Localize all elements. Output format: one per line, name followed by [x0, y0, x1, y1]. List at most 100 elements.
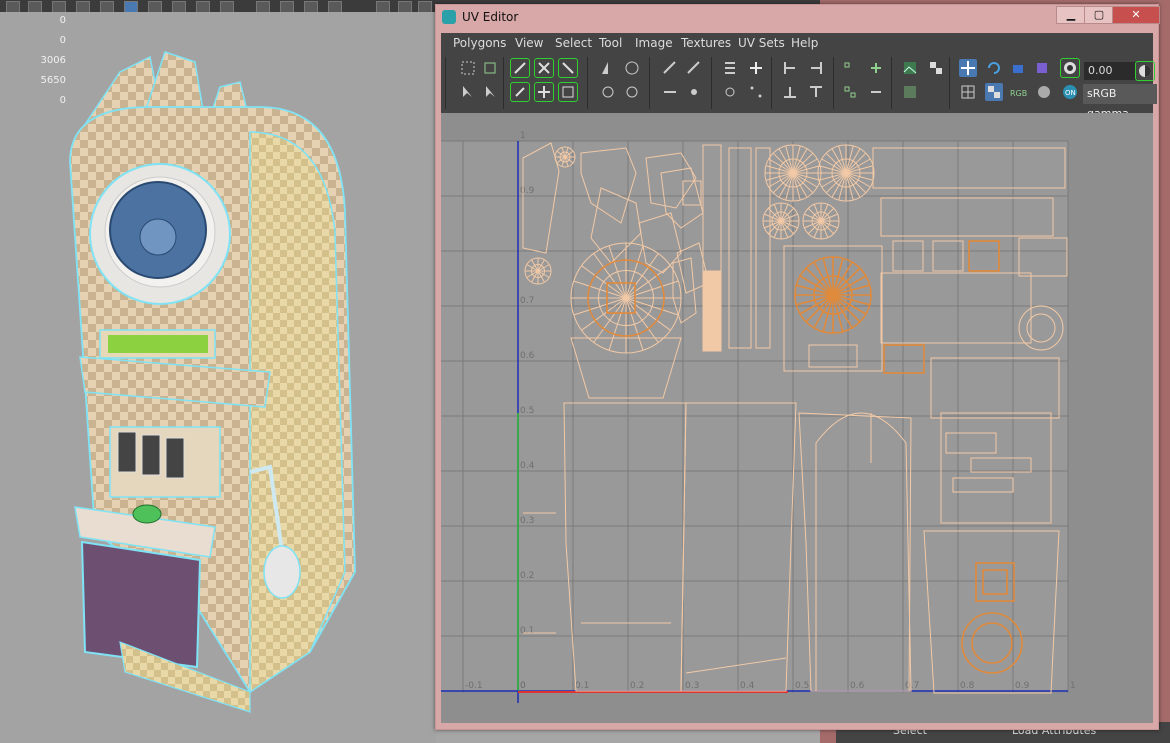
- reel-window: [117, 431, 137, 473]
- dim-image-icon[interactable]: [901, 83, 919, 101]
- menu-help[interactable]: Help: [791, 36, 818, 50]
- menu-tool[interactable]: Tool: [599, 36, 622, 50]
- toolbar-separator: [711, 57, 712, 109]
- svg-text:ON: ON: [1065, 89, 1076, 97]
- menu-image[interactable]: Image: [635, 36, 673, 50]
- flip-icon[interactable]: [599, 59, 617, 77]
- rotate-cw-icon[interactable]: [623, 83, 641, 101]
- align-icon[interactable]: [661, 83, 679, 101]
- lever-knob: [263, 545, 301, 599]
- v-tick-label: 0.9: [520, 186, 535, 196]
- rgb-channels-icon[interactable]: RGB: [1009, 83, 1027, 101]
- colorspace-dropdown[interactable]: sRGB gamma: [1083, 84, 1157, 120]
- select-shell-icon[interactable]: [481, 59, 499, 77]
- align-right-icon[interactable]: [807, 59, 825, 77]
- alpha-channel-icon[interactable]: [1035, 83, 1053, 101]
- uv-toolbar: RGB ON: [441, 53, 1153, 113]
- v-tick-label: 0.1: [520, 626, 534, 636]
- add-icon[interactable]: [867, 59, 885, 77]
- align-left-icon[interactable]: [781, 59, 799, 77]
- window-title: UV Editor: [462, 10, 519, 24]
- u-tick-label: 0.7: [905, 681, 919, 691]
- checker-tile-icon[interactable]: [985, 83, 1003, 101]
- straighten-icon[interactable]: [661, 59, 679, 77]
- toolbar-separator: [445, 57, 446, 109]
- color-management-icon[interactable]: ON: [1061, 83, 1079, 101]
- distribute-icon[interactable]: [721, 59, 739, 77]
- u-tick-label: 0: [520, 681, 526, 691]
- align-bottom-icon[interactable]: [781, 83, 799, 101]
- toolbar-separator: [587, 57, 588, 109]
- toolbar-separator: [503, 57, 504, 109]
- v-tick-label: 0.5: [520, 406, 534, 416]
- 3d-viewport[interactable]: 0 0 3006 5650 0: [0, 12, 436, 743]
- reel-window: [165, 437, 185, 479]
- tweak-arrow-icon[interactable]: [481, 83, 499, 101]
- u-tick-label: 1: [1070, 681, 1076, 691]
- unfold-icon[interactable]: [510, 82, 530, 102]
- close-button[interactable]: ✕: [1112, 6, 1160, 24]
- snap-icon[interactable]: [685, 83, 703, 101]
- u-tick-label: 0.3: [685, 681, 699, 691]
- grid-uv-icon[interactable]: [747, 59, 765, 77]
- rotate-icon[interactable]: [623, 59, 641, 77]
- u-tick-label: 0.1: [575, 681, 589, 691]
- menu-polygons[interactable]: Polygons: [453, 36, 506, 50]
- uv-canvas[interactable]: 1 0.9 0.7 0.6 0.5 0.4 0.3 0.2 0.1 0 -0.1 0 0.1 0.2 0.3…: [441, 113, 1153, 723]
- menu-view[interactable]: View: [515, 36, 543, 50]
- menu-select[interactable]: Select: [555, 36, 592, 50]
- delete-uv-icon[interactable]: [534, 58, 554, 78]
- uv-editor-window[interactable]: UV Editor ▁ ▢ ✕ Polygons View Select Too…: [435, 4, 1160, 730]
- uv-viewport-svg[interactable]: 10.90.70.60.50.40.30.20.10-0.1 0 0.1 0.2 0.3…: [441, 113, 1153, 723]
- distortion-icon[interactable]: [1033, 59, 1051, 77]
- optimize-icon[interactable]: [534, 82, 554, 102]
- slot-machine-model[interactable]: [0, 12, 436, 743]
- grid-display-icon[interactable]: [959, 59, 977, 77]
- u-tick-label: 0.2: [630, 681, 644, 691]
- reel-window: [141, 434, 161, 476]
- exposure-field[interactable]: 0.00: [1084, 62, 1136, 80]
- menu-textures[interactable]: Textures: [681, 36, 731, 50]
- menu-bar: Polygons View Select Tool Image Textures…: [441, 33, 1153, 53]
- u-tick-label: 0.9: [1015, 681, 1030, 691]
- straighten-shell-icon[interactable]: [685, 59, 703, 77]
- title-bar[interactable]: UV Editor ▁ ▢ ✕: [436, 5, 1160, 31]
- u-tick-label: 0.5: [795, 681, 809, 691]
- remove-icon[interactable]: [867, 83, 885, 101]
- gamma-icon[interactable]: [1135, 61, 1155, 81]
- sew-uv-icon[interactable]: [558, 58, 578, 78]
- layout-icon[interactable]: [558, 82, 578, 102]
- v-tick-label: 0.3: [520, 516, 534, 526]
- minimize-button[interactable]: ▁: [1056, 6, 1086, 24]
- texture-borders-icon[interactable]: [959, 83, 977, 101]
- move-icon[interactable]: [721, 83, 739, 101]
- u-tick-label: 0.6: [850, 681, 865, 691]
- v-tick-label: 1: [520, 131, 526, 141]
- maya-app-icon: [442, 10, 456, 24]
- toolbar-separator: [949, 57, 950, 109]
- shaded-uv-icon[interactable]: [1009, 59, 1027, 77]
- v-tick-label: 0.2: [520, 571, 534, 581]
- gather-icon[interactable]: [841, 83, 859, 101]
- menu-uv-sets[interactable]: UV Sets: [738, 36, 785, 50]
- select-arrow-icon[interactable]: [459, 83, 477, 101]
- align-top-icon[interactable]: [807, 83, 825, 101]
- cut-uv-icon[interactable]: [510, 58, 530, 78]
- stack-icon[interactable]: [841, 59, 859, 77]
- toolbar-separator: [649, 57, 650, 109]
- front-panel: [80, 540, 202, 669]
- u-tick-label: 0.4: [740, 681, 755, 691]
- maximize-button[interactable]: ▢: [1084, 6, 1114, 24]
- toolbar-separator: [891, 57, 892, 109]
- select-uv-icon[interactable]: [459, 59, 477, 77]
- scatter-icon[interactable]: [747, 83, 765, 101]
- uv-footer-space: [441, 703, 1153, 723]
- exposure-icon[interactable]: [1060, 58, 1080, 78]
- checker-icon[interactable]: [927, 59, 945, 77]
- uv-shell: [702, 270, 722, 352]
- svg-text:RGB: RGB: [1010, 89, 1027, 98]
- image-display-icon[interactable]: [901, 59, 919, 77]
- u-tick-label: 0.8: [960, 681, 975, 691]
- rotate-ccw-icon[interactable]: [599, 83, 617, 101]
- refresh-icon[interactable]: [985, 59, 1003, 77]
